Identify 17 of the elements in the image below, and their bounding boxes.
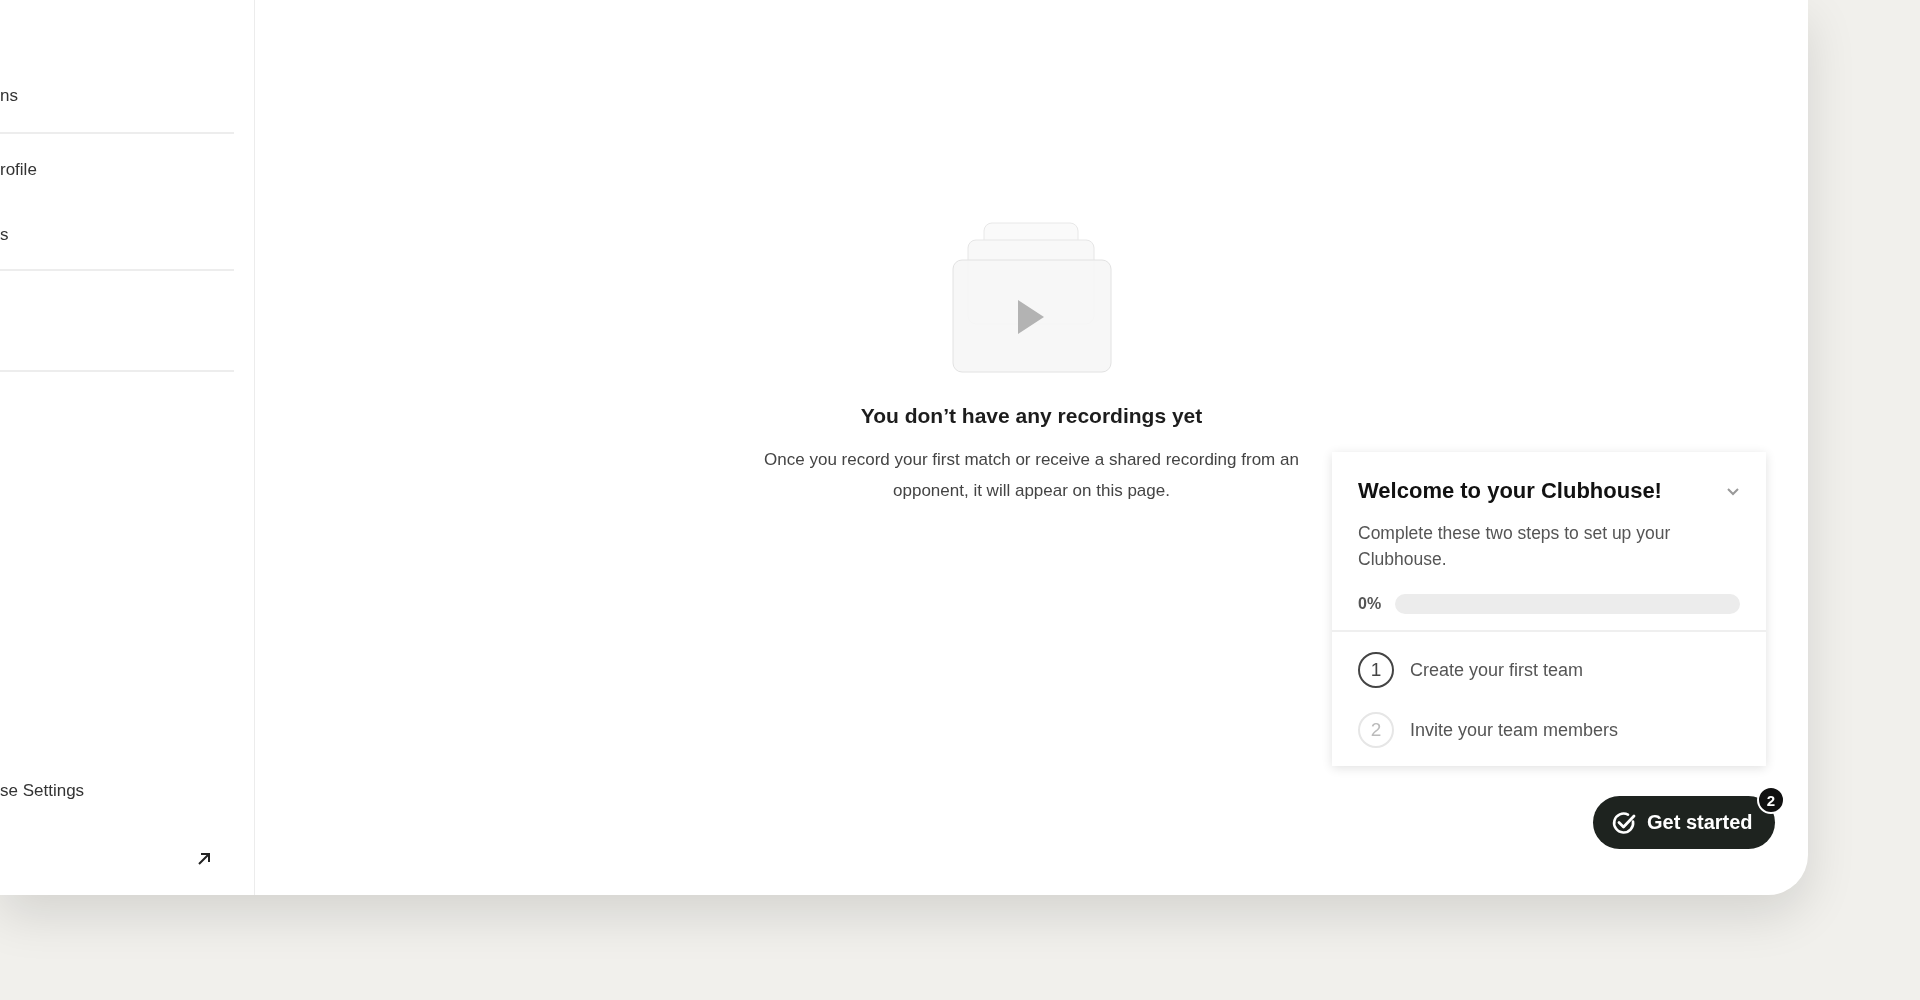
sidebar-item[interactable]: s: [0, 225, 234, 245]
sidebar-item[interactable]: ns: [0, 86, 234, 106]
check-circle-icon: [1611, 809, 1637, 836]
panel-title: Welcome to your Clubhouse!: [1358, 478, 1662, 504]
step-label[interactable]: Invite your team members: [1410, 719, 1619, 741]
sidebar-item[interactable]: se Settings: [0, 781, 234, 801]
empty-state-message: Once you record your first match or receive a shared recording from an opponent, it will appear on this page.: [763, 449, 1300, 502]
progress-percent: 0%: [1358, 595, 1382, 613]
sidebar-item[interactable]: rofile: [0, 160, 234, 180]
panel-description: Complete these two steps to set up your Clubhouse.: [1357, 522, 1672, 571]
stacked-video-cards-icon: [951, 222, 1112, 374]
notification-badge: 2: [1757, 786, 1785, 814]
step-label[interactable]: Create your first team: [1410, 659, 1584, 681]
empty-state-title: You don’t have any recordings yet: [860, 404, 1203, 428]
external-link-icon[interactable]: [196, 851, 212, 867]
step-number: 2: [1358, 712, 1394, 748]
step-number: 1: [1358, 652, 1394, 688]
